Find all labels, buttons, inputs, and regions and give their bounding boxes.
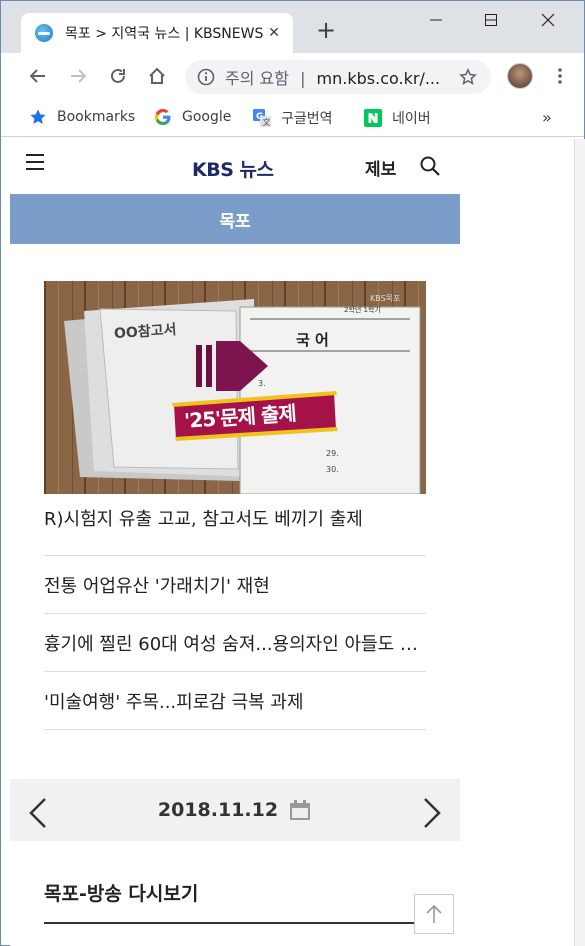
maximize-icon bbox=[485, 14, 497, 26]
date-navigator: 2018.11.12 bbox=[10, 779, 460, 841]
kbs-favicon-icon bbox=[35, 24, 53, 42]
next-date-arrow-icon[interactable] bbox=[422, 797, 442, 829]
prev-date-arrow-icon[interactable] bbox=[28, 797, 48, 829]
tab-title: 목포 > 지역국 뉴스 | KBSNEWS bbox=[65, 26, 264, 42]
thumbnail-watermark: KBS목포 bbox=[370, 294, 401, 303]
region-title-bar: 목포 bbox=[10, 194, 460, 244]
bookmark-bookmarks[interactable]: Bookmarks bbox=[29, 108, 135, 126]
profile-avatar[interactable] bbox=[507, 63, 533, 89]
minimize-window-button[interactable] bbox=[413, 5, 459, 35]
reload-icon[interactable] bbox=[105, 63, 131, 89]
hamburger-menu-icon[interactable] bbox=[26, 154, 44, 170]
arrow-up-icon bbox=[426, 904, 442, 923]
page-side-area bbox=[460, 139, 585, 946]
logo-kbs: KBS bbox=[192, 159, 234, 181]
bookmark-label: 구글번역 bbox=[281, 111, 333, 127]
bookmark-star-icon[interactable] bbox=[459, 68, 477, 86]
kbs-news-logo[interactable]: KBS 뉴스 bbox=[192, 155, 274, 182]
security-label: 주의 요함 bbox=[225, 69, 289, 88]
news-thumbnail[interactable]: OO참고서 2학년 1학기 국 어 KBS목포 3. 29. 30. '25'문… bbox=[44, 281, 426, 494]
report-link[interactable]: 제보 bbox=[365, 155, 396, 180]
star-icon bbox=[29, 108, 47, 126]
close-window-button[interactable] bbox=[525, 5, 571, 35]
paper-number: 3. bbox=[258, 379, 266, 388]
background-window-edge bbox=[574, 139, 585, 946]
section-divider bbox=[44, 922, 426, 924]
browser-toolbar: 주의 요함 | mn.kbs.co.kr/... bbox=[1, 53, 584, 99]
region-title: 목포 bbox=[219, 211, 251, 232]
search-icon[interactable] bbox=[420, 156, 440, 176]
new-tab-button[interactable]: + bbox=[313, 17, 339, 43]
news-title: 흉기에 찔린 60대 여성 숨져...용의자인 아들도 숨진 채 발견 bbox=[44, 633, 426, 655]
news-title: '미술여행' 주목...피로감 극복 과제 bbox=[44, 691, 304, 713]
bookmark-label: Google bbox=[182, 109, 232, 125]
calendar-icon[interactable] bbox=[288, 798, 312, 822]
news-list-item[interactable]: '미술여행' 주목...피로감 극복 과제 bbox=[44, 671, 426, 729]
paper-title: 국 어 bbox=[296, 331, 329, 349]
current-date: 2018.11.12 bbox=[157, 799, 279, 821]
bookmarks-bar: Bookmarks Google G文 구글번역 네이버 » bbox=[1, 99, 584, 137]
info-icon[interactable] bbox=[197, 68, 215, 86]
site-header: KBS 뉴스 제보 bbox=[10, 139, 460, 194]
web-page: KBS 뉴스 제보 목포 OO참고서 2학년 1학기 국 어 KBS목포 3. … bbox=[10, 139, 460, 946]
bookmark-google[interactable]: Google bbox=[154, 108, 231, 126]
svg-text:文: 文 bbox=[263, 117, 271, 127]
close-tab-icon[interactable]: ✕ bbox=[265, 25, 283, 41]
headline-link[interactable]: R)시험지 유출 고교, 참고서도 베끼기 출제 bbox=[44, 505, 426, 531]
naver-icon bbox=[364, 109, 382, 127]
news-list-item[interactable]: 흉기에 찔린 60대 여성 숨져...용의자인 아들도 숨진 채 발견 bbox=[44, 613, 426, 671]
url-text: mn.kbs.co.kr/... bbox=[316, 69, 441, 88]
forward-icon[interactable] bbox=[65, 63, 91, 89]
bookmark-naver[interactable]: 네이버 bbox=[364, 108, 431, 128]
news-list-item[interactable]: 전통 어업유산 '가래치기' 재현 bbox=[44, 555, 426, 613]
browser-window: 목포 > 지역국 뉴스 | KBSNEWS ✕ + 주의 요함 | mn.kbs… bbox=[0, 0, 585, 946]
scroll-to-top-button[interactable] bbox=[414, 894, 454, 934]
tab-strip: 목포 > 지역국 뉴스 | KBSNEWS ✕ + bbox=[1, 1, 584, 53]
menu-dots-icon[interactable] bbox=[547, 63, 573, 89]
browser-tab[interactable]: 목포 > 지역국 뉴스 | KBSNEWS ✕ bbox=[21, 13, 293, 53]
news-title: 전통 어업유산 '가래치기' 재현 bbox=[44, 575, 270, 597]
bookmark-translate[interactable]: G文 구글번역 bbox=[253, 108, 333, 128]
close-window-icon bbox=[541, 13, 555, 27]
list-divider bbox=[44, 729, 426, 730]
section-title: 목포-방송 다시보기 bbox=[44, 883, 199, 905]
home-icon[interactable] bbox=[144, 63, 170, 89]
logo-news: 뉴스 bbox=[239, 159, 274, 181]
paper-header: 2학년 1학기 bbox=[344, 306, 381, 314]
bookmark-label: Bookmarks bbox=[57, 109, 136, 125]
bookmarks-overflow-button[interactable]: » bbox=[542, 108, 552, 127]
bookmark-label: 네이버 bbox=[392, 111, 431, 127]
address-text[interactable]: 주의 요함 | mn.kbs.co.kr/... bbox=[225, 65, 449, 89]
google-icon bbox=[154, 108, 172, 126]
maximize-window-button[interactable] bbox=[468, 5, 514, 35]
paper-number: 29. bbox=[326, 449, 339, 458]
minimize-window-icon bbox=[430, 19, 442, 21]
back-icon[interactable] bbox=[25, 63, 51, 89]
address-bar[interactable]: 주의 요함 | mn.kbs.co.kr/... bbox=[185, 60, 491, 94]
address-separator: | bbox=[300, 69, 306, 88]
paper-number: 30. bbox=[326, 465, 339, 474]
translate-icon: G文 bbox=[253, 109, 271, 127]
